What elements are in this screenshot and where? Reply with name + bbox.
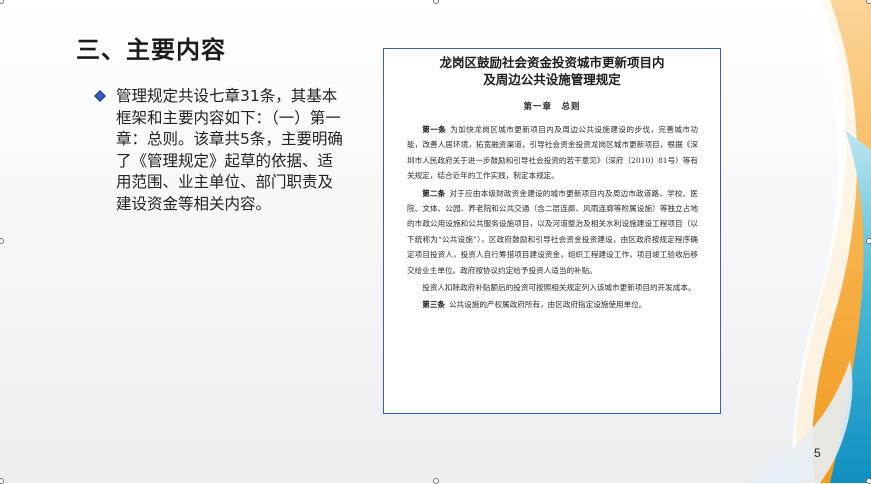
resize-handle-bottom-left[interactable]	[0, 478, 4, 484]
document-paragraph: 投资人扣除政府补贴额后的投资可按照相关规定列入该城市更新项目的开发成本。	[407, 280, 698, 295]
document-paragraph: 第二条 对于应由本级财政资金建设的城市更新项目内及周边市政道路、学校、医院、文体、…	[407, 186, 698, 278]
article-label: 第二条	[422, 188, 446, 198]
diamond-bullet-icon	[94, 90, 106, 102]
document-title-line-2: 及周边公共设施管理规定	[483, 72, 621, 87]
article-text: 对于应由本级财政资金建设的城市更新项目内及周边市政道路、学校、医院、文体、公园、…	[407, 188, 699, 275]
document-title-line-1: 龙岗区鼓励社会资金投资城市更新项目内	[439, 55, 665, 70]
article-text: 为加快龙岗区城市更新项目内及周边公共设施建设的步伐，完善城市功能，改善人居环境，…	[407, 125, 699, 181]
resize-handle-bottom-right[interactable]	[866, 478, 871, 484]
resize-handle-top-right[interactable]	[866, 0, 871, 4]
slide: 三、主要内容 管理规定共设七章31条，其基本框架和主要内容如下：（一）第一章：总…	[0, 0, 871, 484]
document-paragraph: 第三条 公共设施的产权属政府所有，由区政府指定设施使用单位。	[407, 297, 698, 312]
document-title: 龙岗区鼓励社会资金投资城市更新项目内 及周边公共设施管理规定	[384, 54, 720, 88]
resize-handle-middle-right[interactable]	[866, 238, 871, 244]
slide-title: 三、主要内容	[76, 36, 226, 64]
document-chapter-heading: 第一章 总则	[523, 102, 581, 112]
page-number: 5	[814, 446, 821, 460]
article-label: 第三条	[422, 300, 445, 310]
document-body: 第一条 为加快龙岗区城市更新项目内及周边公共设施建设的步伐，完善城市功能，改善人居…	[384, 122, 720, 313]
resize-handle-bottom-center[interactable]	[433, 478, 439, 484]
article-label: 第一条	[422, 125, 447, 134]
bullet-text: 管理规定共设七章31条，其基本框架和主要内容如下：（一）第一章：总则。该章共5条…	[116, 87, 343, 213]
article-text: 投资人扣除政府补贴额后的投资可按照相关规定列入该城市更新项目的开发成本。	[422, 283, 696, 293]
document-paragraph: 第一条 为加快龙岗区城市更新项目内及周边公共设施建设的步伐，完善城市功能，改善人居…	[407, 122, 698, 184]
article-text: 公共设施的产权属政府所有，由区政府指定设施使用单位。	[448, 300, 647, 310]
bullet-item: 管理规定共设七章31条，其基本框架和主要内容如下：（一）第一章：总则。该章共5条…	[94, 86, 344, 215]
regulation-document-image: 龙岗区鼓励社会资金投资城市更新项目内 及周边公共设施管理规定 第一章 总则 第一…	[383, 48, 721, 414]
